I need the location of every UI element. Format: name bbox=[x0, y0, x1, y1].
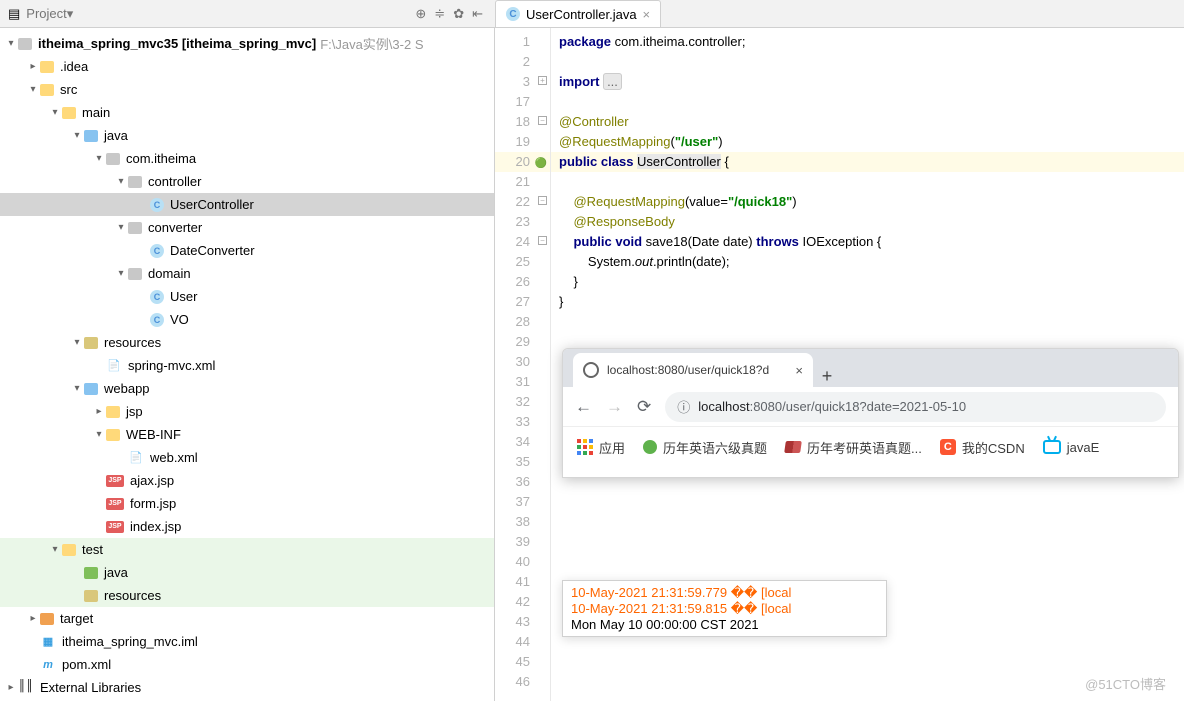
editor-tab[interactable]: C UserController.java × bbox=[495, 0, 661, 27]
dropdown-icon[interactable]: ▾ bbox=[67, 6, 74, 22]
tree-indexjsp[interactable]: JSPindex.jsp bbox=[0, 515, 494, 538]
tree-ajaxjsp[interactable]: JSPajax.jsp bbox=[0, 469, 494, 492]
tree-java[interactable]: ▾java bbox=[0, 124, 494, 147]
tree-webxml[interactable]: 📄web.xml bbox=[0, 446, 494, 469]
bookmark-2[interactable]: 历年考研英语真题... bbox=[785, 438, 922, 457]
tree-test[interactable]: ▾test bbox=[0, 538, 494, 561]
tree-testjava[interactable]: java bbox=[0, 561, 494, 584]
tree-resources[interactable]: ▾resources bbox=[0, 331, 494, 354]
project-title: Project bbox=[26, 6, 66, 21]
tree-idea[interactable]: ▸.idea bbox=[0, 55, 494, 78]
tree-webinf[interactable]: ▾WEB-INF bbox=[0, 423, 494, 446]
bookmark-1[interactable]: 历年英语六级真题 bbox=[643, 438, 767, 457]
tree-springmvcxml[interactable]: 📄spring-mvc.xml bbox=[0, 354, 494, 377]
tree-vo[interactable]: CVO bbox=[0, 308, 494, 331]
project-toolbar: ▤ Project ▾ ⊕ ≑ ✿ ⇤ bbox=[0, 0, 495, 27]
tree-usercontroller[interactable]: CUserController bbox=[0, 193, 494, 216]
tab-close-icon[interactable]: × bbox=[795, 363, 803, 378]
browser-tab-title: localhost:8080/user/quick18?d bbox=[607, 363, 787, 377]
project-icon: ▤ bbox=[8, 6, 20, 22]
tree-user[interactable]: CUser bbox=[0, 285, 494, 308]
tab-filename: UserController.java bbox=[526, 7, 637, 22]
reload-button[interactable]: ⟳ bbox=[637, 397, 651, 417]
tree-formjsp[interactable]: JSPform.jsp bbox=[0, 492, 494, 515]
tree-pom[interactable]: mpom.xml bbox=[0, 653, 494, 676]
tree-jsp[interactable]: ▸jsp bbox=[0, 400, 494, 423]
tree-webapp[interactable]: ▾webapp bbox=[0, 377, 494, 400]
watermark: @51CTO博客 bbox=[1085, 674, 1166, 693]
tree-converter[interactable]: ▾converter bbox=[0, 216, 494, 239]
apps-button[interactable]: 应用 bbox=[577, 438, 625, 457]
close-icon[interactable]: × bbox=[643, 7, 651, 22]
bookmarks-bar: 应用 历年英语六级真题 历年考研英语真题... C我的CSDN javaE bbox=[563, 427, 1178, 467]
tree-src[interactable]: ▾src bbox=[0, 78, 494, 101]
browser-tab[interactable]: localhost:8080/user/quick18?d × bbox=[573, 353, 813, 387]
gutter: 123+1718−1920🟢2122−2324−2526272829303132… bbox=[495, 28, 551, 701]
globe-icon bbox=[583, 362, 599, 378]
collapse-icon[interactable]: ⇤ bbox=[472, 6, 483, 22]
new-tab-button[interactable]: + bbox=[813, 366, 841, 387]
address-bar[interactable]: ⓘ localhost:8080/user/quick18?date=2021-… bbox=[665, 392, 1166, 422]
tree-pkg[interactable]: ▾com.itheima bbox=[0, 147, 494, 170]
tree-target[interactable]: ▸target bbox=[0, 607, 494, 630]
project-tree[interactable]: ▾itheima_spring_mvc35 [itheima_spring_mv… bbox=[0, 28, 495, 701]
bookmark-3[interactable]: C我的CSDN bbox=[940, 438, 1025, 457]
class-icon: C bbox=[506, 7, 520, 21]
expand-icon[interactable]: ≑ bbox=[434, 6, 445, 22]
info-icon: ⓘ bbox=[677, 397, 690, 416]
tree-domain[interactable]: ▾domain bbox=[0, 262, 494, 285]
back-button[interactable]: ← bbox=[575, 397, 592, 417]
tree-controller[interactable]: ▾controller bbox=[0, 170, 494, 193]
forward-button[interactable]: → bbox=[606, 397, 623, 417]
gear-icon[interactable]: ✿ bbox=[453, 6, 464, 22]
tree-root[interactable]: ▾itheima_spring_mvc35 [itheima_spring_mv… bbox=[0, 32, 494, 55]
tree-testres[interactable]: resources bbox=[0, 584, 494, 607]
tree-iml[interactable]: ▦itheima_spring_mvc.iml bbox=[0, 630, 494, 653]
bookmark-4[interactable]: javaE bbox=[1043, 440, 1100, 455]
target-icon[interactable]: ⊕ bbox=[415, 6, 426, 22]
tree-extlib[interactable]: ▸║║External Libraries bbox=[0, 676, 494, 699]
browser-window: localhost:8080/user/quick18?d × + ← → ⟳ … bbox=[562, 348, 1179, 478]
console-output: 10-May-2021 21:31:59.779 �� [local 10-Ma… bbox=[562, 580, 887, 637]
tree-main[interactable]: ▾main bbox=[0, 101, 494, 124]
tree-dateconverter[interactable]: CDateConverter bbox=[0, 239, 494, 262]
